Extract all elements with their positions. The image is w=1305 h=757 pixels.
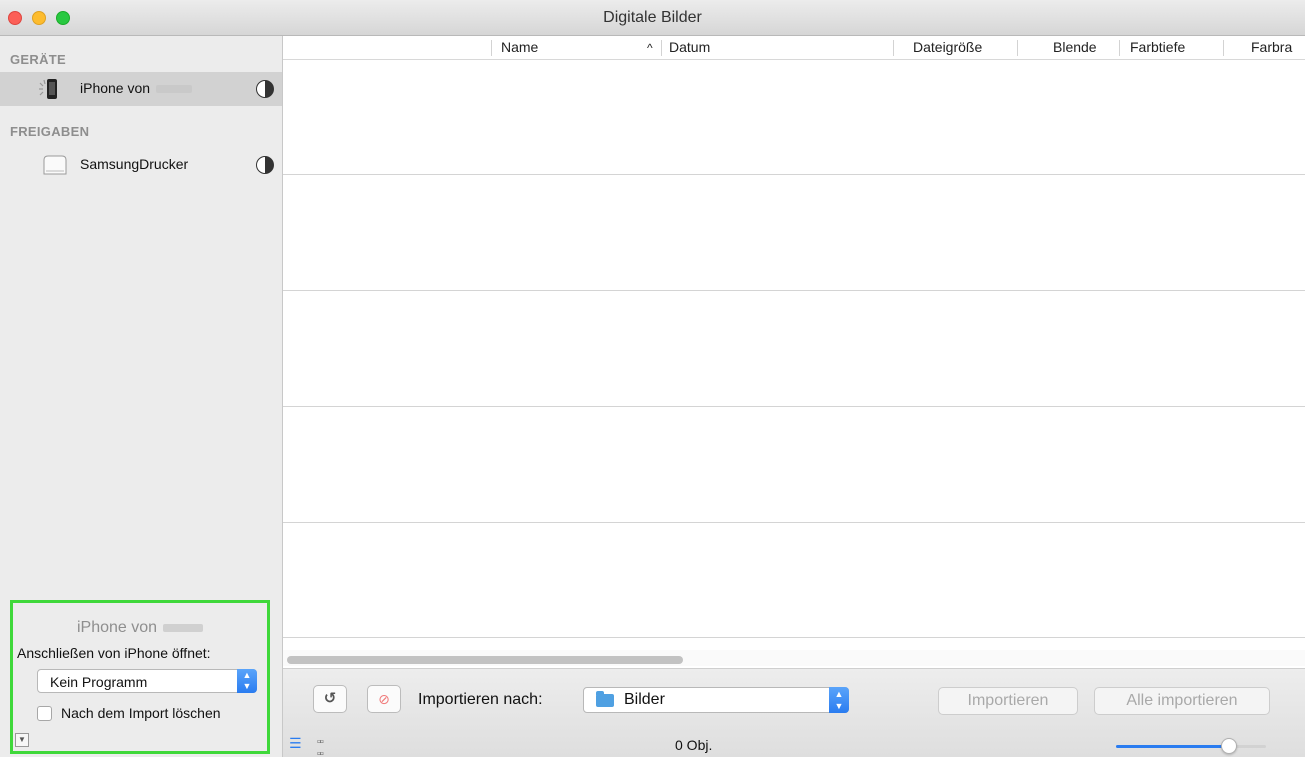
rotate-left-button[interactable]: ↺ bbox=[313, 685, 347, 713]
device-name: iPhone von bbox=[13, 619, 267, 637]
updown-arrows-icon: ▲ ▼ bbox=[829, 687, 849, 713]
folder-icon bbox=[596, 691, 614, 707]
app-select[interactable]: Kein Programm ▲ ▼ bbox=[37, 669, 257, 693]
import-button[interactable]: Importieren bbox=[938, 687, 1078, 715]
app-select-value: Kein Programm bbox=[50, 674, 148, 690]
image-list[interactable] bbox=[283, 60, 1305, 638]
sidebar-item-samsungdrucker[interactable]: SamsungDrucker bbox=[0, 148, 282, 182]
title-bar: Digitale Bilder bbox=[0, 0, 1305, 36]
column-separator bbox=[1017, 40, 1018, 56]
redacted-name bbox=[163, 623, 204, 632]
eject-icon[interactable] bbox=[256, 156, 274, 174]
main-area: Name ^ Datum Dateigröße Blende Farbtiefe… bbox=[283, 36, 1305, 757]
delete-after-import-checkbox[interactable] bbox=[37, 706, 52, 721]
row-divider bbox=[283, 522, 1305, 523]
column-datum[interactable]: Datum bbox=[669, 39, 710, 55]
grid-view-icon[interactable]: ▫▫ ▫▫ bbox=[317, 736, 324, 757]
column-separator bbox=[1223, 40, 1224, 56]
horizontal-scroll-thumb[interactable] bbox=[287, 656, 683, 664]
shares-header: FREIGABEN bbox=[10, 124, 90, 139]
row-divider bbox=[283, 174, 1305, 175]
slider-knob[interactable] bbox=[1221, 738, 1237, 754]
updown-arrows-icon: ▲ ▼ bbox=[237, 669, 257, 693]
sidebar-item-iphone[interactable]: iPhone von bbox=[0, 72, 282, 106]
device-options-panel: iPhone von Anschließen von iPhone öffnet… bbox=[10, 600, 270, 754]
horizontal-scrollbar[interactable] bbox=[283, 650, 1305, 666]
devices-header: GERÄTE bbox=[10, 52, 66, 67]
column-blende[interactable]: Blende bbox=[1053, 39, 1097, 55]
connect-opens-label: Anschließen von iPhone öffnet: bbox=[17, 645, 211, 661]
sidebar-item-label: SamsungDrucker bbox=[80, 156, 189, 172]
rotate-icon: ↺ bbox=[323, 690, 337, 707]
import-destination-select[interactable]: Bilder ▲ ▼ bbox=[583, 687, 849, 713]
import-to-label: Importieren nach: bbox=[418, 691, 543, 708]
column-header: Name ^ Datum Dateigröße Blende Farbtiefe… bbox=[283, 36, 1305, 60]
column-separator bbox=[893, 40, 894, 56]
drive-icon bbox=[43, 155, 67, 175]
delete-button[interactable]: ⊘ bbox=[367, 685, 401, 713]
column-separator bbox=[491, 40, 492, 56]
iphone-icon bbox=[39, 79, 57, 99]
window-title: Digitale Bilder bbox=[603, 9, 702, 26]
eject-icon[interactable] bbox=[256, 80, 274, 98]
bottom-toolbar: ↺ ⊘ Importieren nach: Bilder ▲ ▼ Importie… bbox=[283, 668, 1305, 757]
thumbnail-size-slider[interactable] bbox=[1116, 738, 1266, 754]
object-count: 0 Obj. bbox=[675, 737, 713, 753]
collapse-panel-button[interactable]: ▼ bbox=[15, 733, 29, 747]
delete-after-import-label: Nach dem Import löschen bbox=[61, 705, 221, 721]
column-separator bbox=[661, 40, 662, 56]
sort-ascending-icon: ^ bbox=[647, 41, 653, 55]
no-entry-icon: ⊘ bbox=[378, 691, 390, 707]
status-bar: ☰ ▫▫ ▫▫ 0 Obj. bbox=[283, 733, 1305, 757]
sidebar: GERÄTE iPhone von FREIGABEN SamsungDruck… bbox=[0, 36, 283, 757]
sidebar-item-label: iPhone von bbox=[80, 80, 193, 96]
column-farbtiefe[interactable]: Farbtiefe bbox=[1130, 39, 1185, 55]
import-all-button[interactable]: Alle importieren bbox=[1094, 687, 1270, 715]
list-view-icon[interactable]: ☰ bbox=[289, 736, 303, 750]
column-farbraum[interactable]: Farbra bbox=[1251, 39, 1292, 55]
row-divider bbox=[283, 406, 1305, 407]
row-divider bbox=[283, 637, 1305, 638]
column-dateigroesse[interactable]: Dateigröße bbox=[913, 39, 982, 55]
slider-fill bbox=[1116, 745, 1229, 748]
column-separator bbox=[1119, 40, 1120, 56]
redacted-name bbox=[156, 85, 193, 94]
import-destination-value: Bilder bbox=[624, 691, 665, 708]
row-divider bbox=[283, 290, 1305, 291]
column-name[interactable]: Name bbox=[501, 39, 538, 55]
